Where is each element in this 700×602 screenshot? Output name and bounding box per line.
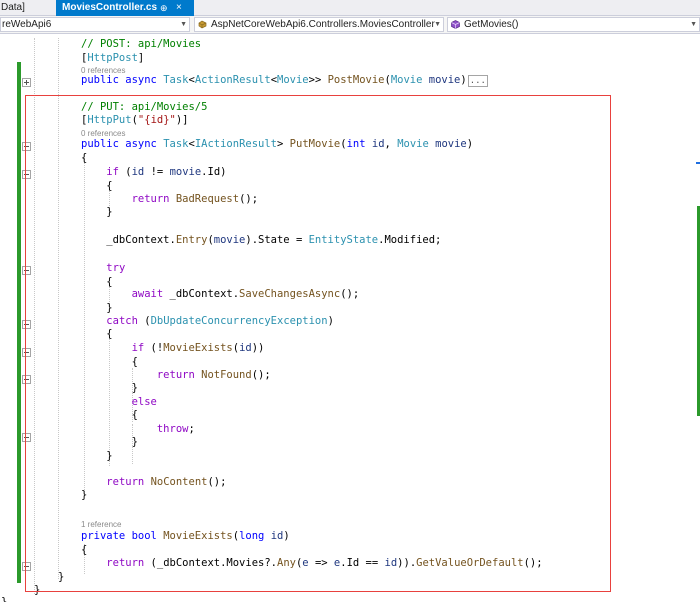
- class-dropdown[interactable]: AspNetCoreWebApi6.Controllers.MoviesCont…: [194, 17, 444, 32]
- code-token: Movie: [390, 74, 423, 86]
- member-dropdown[interactable]: GetMovies() ▼: [447, 17, 700, 32]
- close-icon[interactable]: ×: [176, 0, 182, 16]
- code-token: public: [81, 74, 126, 86]
- chevron-down-icon: ▼: [434, 21, 441, 28]
- code-editor[interactable]: // POST: api/Movies [HttpPost] 0 reference…: [0, 34, 700, 602]
- code-token: ): [460, 74, 467, 86]
- code-token: HttpPost: [87, 52, 138, 64]
- code-token: >>: [308, 74, 328, 86]
- code-token: PostMovie: [327, 74, 385, 86]
- collapsed-block-button[interactable]: ...: [467, 75, 488, 87]
- tab-previous-document[interactable]: Data]: [0, 0, 54, 16]
- project-dropdown-value: reWebApi6: [2, 19, 52, 30]
- code-token: Movie: [277, 74, 309, 86]
- tab-movies-controller[interactable]: MoviesController.cs ⊕ ×: [56, 0, 194, 16]
- code-token: movie: [428, 74, 461, 86]
- member-dropdown-value: GetMovies(): [464, 19, 519, 30]
- navigation-bar: reWebApi6 ▼ AspNetCoreWebApi6.Controller…: [0, 16, 700, 34]
- pin-icon[interactable]: ⊕: [160, 0, 168, 16]
- change-tracking-bar: [17, 62, 21, 583]
- code-token: // POST: api/Movies: [81, 38, 202, 50]
- code-token: async: [125, 74, 164, 86]
- code-line: [HttpPost]: [81, 52, 144, 65]
- chevron-down-icon: ▼: [180, 21, 187, 28]
- document-tab-strip: Data] MoviesController.cs ⊕ ×: [0, 0, 700, 16]
- class-icon: [198, 20, 207, 29]
- code-line: public async Task<ActionResult<Movie>> P…: [81, 74, 488, 87]
- code-line: // POST: api/Movies: [81, 38, 201, 51]
- highlight-box: [25, 95, 611, 592]
- class-dropdown-value: AspNetCoreWebApi6.Controllers.MoviesCont…: [211, 19, 435, 30]
- code-line: }: [1, 596, 7, 602]
- chevron-down-icon: ▼: [690, 21, 697, 28]
- code-token: ]: [137, 52, 145, 64]
- method-icon: [451, 20, 460, 29]
- project-dropdown[interactable]: reWebApi6 ▼: [0, 17, 190, 32]
- code-token: ActionResult: [194, 74, 271, 86]
- fold-toggle-icon[interactable]: [22, 78, 31, 87]
- tab-label: MoviesController.cs: [62, 2, 158, 13]
- code-token: Task: [163, 74, 189, 86]
- scrollbar-caret-marker: [696, 162, 700, 164]
- code-token: }: [1, 596, 8, 602]
